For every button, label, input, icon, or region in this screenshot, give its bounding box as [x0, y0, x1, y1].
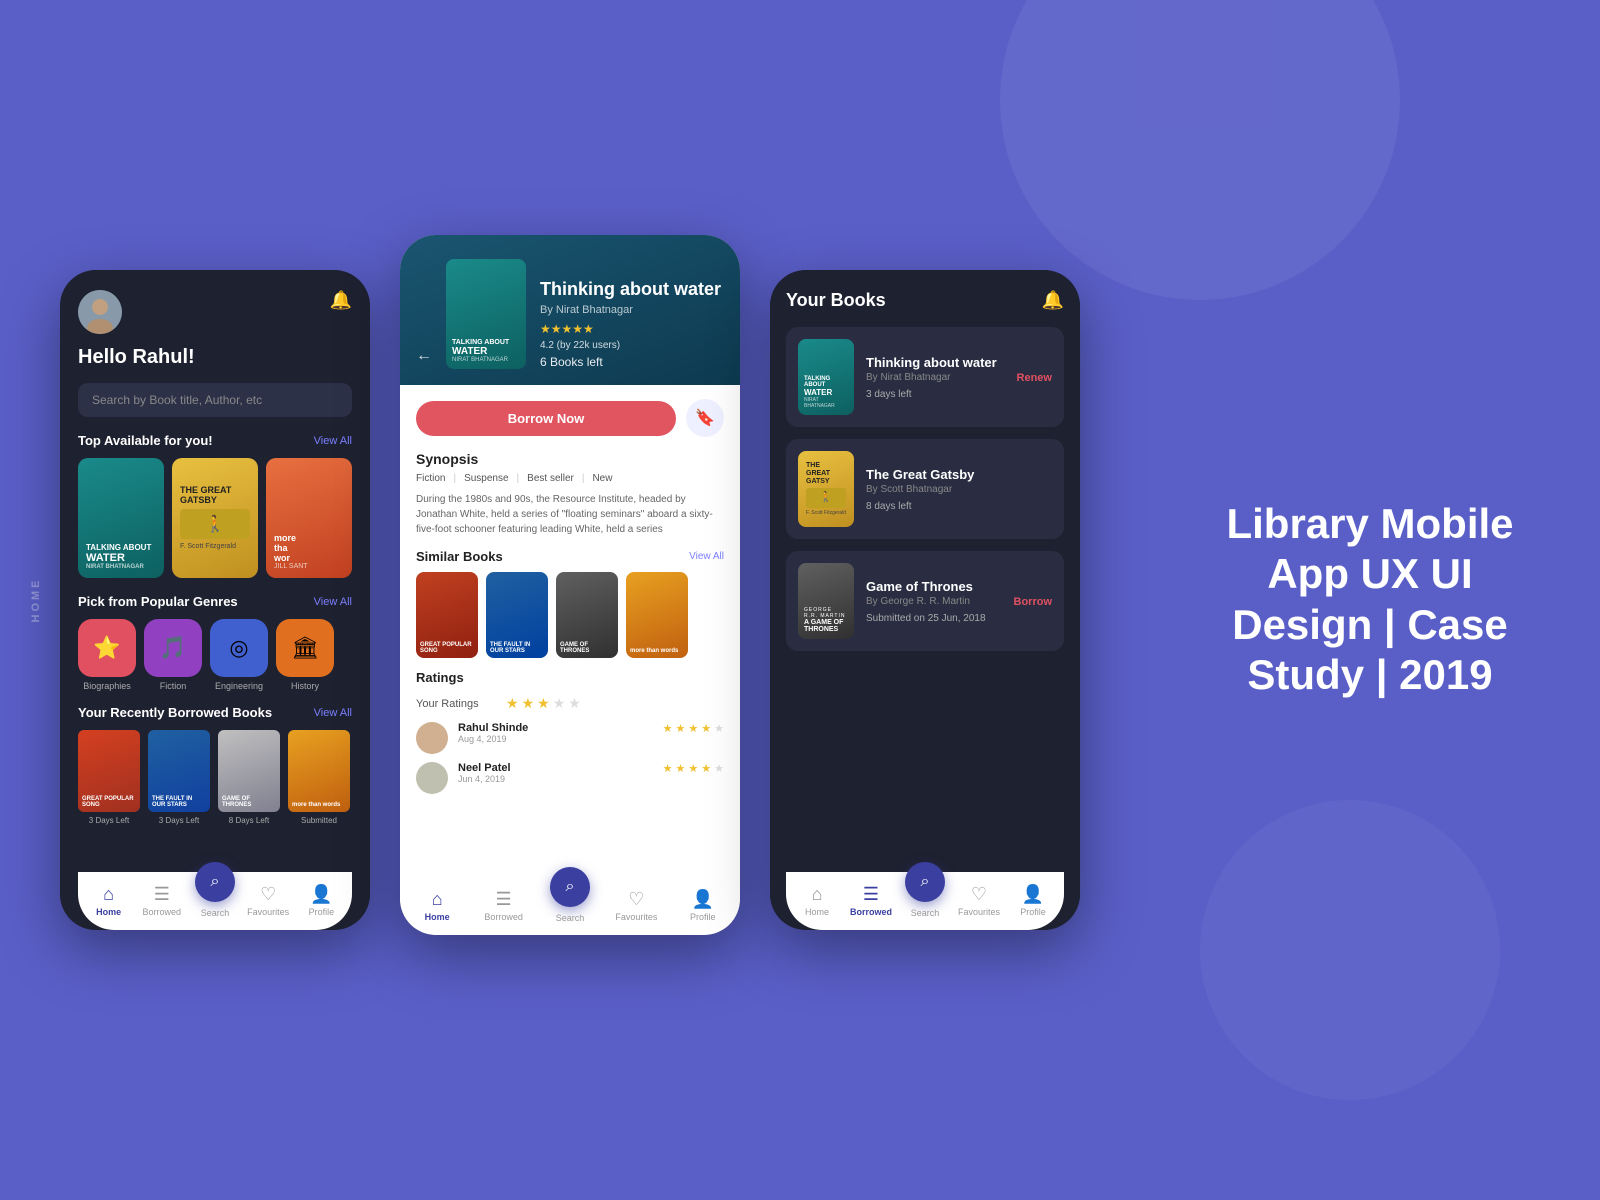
b-cover-1: TALKING ABOUT WATER NIRAT BHATNAGAR: [798, 339, 854, 415]
genre-fiction[interactable]: 🎵 Fiction: [144, 619, 202, 691]
nav-favourites[interactable]: ♡ Favourites: [243, 884, 293, 917]
app-title: Library Mobile App UX UI Design | Case S…: [1200, 499, 1540, 701]
review-1: Rahul Shinde Aug 4, 2019 ★ ★ ★ ★ ★: [416, 722, 724, 754]
nav2-search[interactable]: ⌕ Search: [545, 887, 595, 923]
phone-borrowed: Your Books 🔔 TALKING ABOUT WATER NIRAT B…: [770, 270, 1080, 930]
similar-books-row: GREAT POPULAR SONG THE FAULT IN OUR STAR…: [416, 572, 724, 658]
nav-search[interactable]: ⌕ Search: [190, 882, 240, 918]
tag-new: New: [592, 473, 612, 484]
tag-fiction: Fiction: [416, 473, 445, 484]
nav2-borrowed[interactable]: ☰ Borrowed: [479, 889, 529, 922]
right-panel: Library Mobile App UX UI Design | Case S…: [1200, 499, 1540, 701]
recent-book-3[interactable]: GAME OF THRONES 8 Days Left: [218, 730, 280, 825]
b-author-2: By Scott Bhatnagar: [866, 484, 1040, 495]
synopsis-text: During the 1980s and 90s, the Resource I…: [416, 492, 724, 537]
nav3-profile[interactable]: 👤 Profile: [1008, 884, 1058, 917]
b-status-2: 8 days left: [866, 501, 1040, 512]
tag-bestseller: Best seller: [527, 473, 574, 484]
book-cover-detail: TALKING ABOUT WATER NIRAT BHATNAGAR: [446, 259, 526, 369]
recent-book-4[interactable]: more than words Submitted: [288, 730, 350, 825]
nav2-home[interactable]: ⌂ Home: [412, 889, 462, 922]
your-books-title: Your Books: [786, 290, 886, 311]
genres-viewall[interactable]: View All: [314, 596, 352, 608]
b-title-3: Game of Thrones: [866, 579, 1002, 594]
phone-description: ← TALKING ABOUT WATER NIRAT BHATNAGAR Th…: [400, 235, 740, 935]
your-stars[interactable]: ★ ★ ★ ★ ★: [506, 695, 581, 712]
recent-title: Your Recently Borrowed Books: [78, 705, 272, 720]
your-ratings-label: Your Ratings: [416, 698, 496, 710]
borrow-button-3[interactable]: Borrow: [1014, 596, 1053, 608]
borrowed-card-3[interactable]: GEORGE R.R. MARTIN A GAME OF THRONES Gam…: [786, 551, 1064, 651]
book-more[interactable]: morethawor JILL SANT: [266, 458, 352, 578]
phones-wrapper: 🔔 Hello Rahul! Search by Book title, Aut…: [0, 225, 1140, 975]
genres-row: ⭐ Biographies 🎵 Fiction ◎ Engineering 🏛 …: [78, 619, 352, 691]
bookmark-button[interactable]: 🔖: [686, 399, 724, 437]
borrowed-card-1[interactable]: TALKING ABOUT WATER NIRAT BHATNAGAR Thin…: [786, 327, 1064, 427]
b-status-3: Submitted on 25 Jun, 2018: [866, 613, 1002, 624]
book-gatsby[interactable]: THE GREAT GATSBY 🚶 F. Scott Fitzgerald: [172, 458, 258, 578]
similar-book-3[interactable]: GAME OF THRONES: [556, 572, 618, 658]
action-row: Borrow Now 🔖: [400, 385, 740, 451]
recent-book-1[interactable]: GREAT POPULAR SONG 3 Days Left: [78, 730, 140, 825]
synopsis-title: Synopsis: [416, 451, 724, 467]
bottom-nav-desc: ⌂ Home ☰ Borrowed ⌕ Search ♡ Favourites: [400, 877, 740, 935]
similar-title: Similar Books: [416, 549, 503, 564]
similar-book-1[interactable]: GREAT POPULAR SONG: [416, 572, 478, 658]
back-button[interactable]: ←: [416, 347, 432, 365]
stars-detail: ★★★★★: [540, 322, 721, 336]
borrow-now-button[interactable]: Borrow Now: [416, 401, 676, 436]
phone-home: 🔔 Hello Rahul! Search by Book title, Aut…: [60, 270, 370, 930]
search-input[interactable]: Search by Book title, Author, etc: [78, 383, 352, 417]
recent-book-2[interactable]: THE FAULT IN OUR STARS 3 Days Left: [148, 730, 210, 825]
bottom-nav-borrowed: ⌂ Home ☰ Borrowed ⌕ Search ♡ Favourites: [786, 872, 1064, 930]
nav-borrowed[interactable]: ☰ Borrowed: [137, 884, 187, 917]
rating-text: 4.2 (by 22k users): [540, 340, 721, 351]
recent-viewall[interactable]: View All: [314, 707, 352, 719]
renew-button-1[interactable]: Renew: [1017, 372, 1052, 384]
borrowed-card-2[interactable]: THEGREATGATSY 🚶 F. Scott Fitzgerald The …: [786, 439, 1064, 539]
nav-profile[interactable]: 👤 Profile: [296, 884, 346, 917]
b-author-1: By Nirat Bhatnagar: [866, 372, 1005, 383]
genre-biographies[interactable]: ⭐ Biographies: [78, 619, 136, 691]
nav3-favourites[interactable]: ♡ Favourites: [954, 884, 1004, 917]
genres-title: Pick from Popular Genres: [78, 594, 238, 609]
review-2-stars: ★ ★ ★ ★ ★: [663, 762, 724, 775]
notification-icon[interactable]: 🔔: [330, 290, 352, 311]
genre-engineering[interactable]: ◎ Engineering: [210, 619, 268, 691]
book-author-detail: By Nirat Bhatnagar: [540, 304, 721, 316]
top-available-title: Top Available for you!: [78, 433, 213, 448]
nav-home[interactable]: ⌂ Home: [84, 884, 134, 917]
book-water[interactable]: TALKING ABOUT WATER NIRAT BHATNAGAR: [78, 458, 164, 578]
recent-books-row: GREAT POPULAR SONG 3 Days Left THE FAULT…: [78, 730, 352, 825]
nav3-borrowed[interactable]: ☰ Borrowed: [846, 884, 896, 917]
books-left: 6 Books left: [540, 355, 721, 369]
similar-viewall[interactable]: View All: [689, 551, 724, 562]
bottom-nav: ⌂ Home ☰ Borrowed ⌕ Search ♡ Favourites: [78, 872, 352, 930]
b-title-1: Thinking about water: [866, 355, 1005, 370]
nav2-favourites[interactable]: ♡ Favourites: [611, 889, 661, 922]
review-2: Neel Patel Jun 4, 2019 ★ ★ ★ ★ ★: [416, 762, 724, 794]
b-cover-3: GEORGE R.R. MARTIN A GAME OF THRONES: [798, 563, 854, 639]
nav2-profile[interactable]: 👤 Profile: [678, 889, 728, 922]
top-available-viewall[interactable]: View All: [314, 435, 352, 447]
notification-icon-3[interactable]: 🔔: [1042, 290, 1064, 311]
ratings-title: Ratings: [416, 670, 724, 685]
similar-book-2[interactable]: THE FAULT IN OUR STARS: [486, 572, 548, 658]
similar-book-4[interactable]: more than words: [626, 572, 688, 658]
b-title-2: The Great Gatsby: [866, 467, 1040, 482]
avatar[interactable]: [78, 290, 122, 334]
b-status-1: 3 days left: [866, 389, 1005, 400]
genre-history[interactable]: 🏛 History: [276, 619, 334, 691]
nav3-search[interactable]: ⌕ Search: [900, 882, 950, 918]
greeting-text: Hello Rahul!: [78, 346, 352, 369]
top-books-row: TALKING ABOUT WATER NIRAT BHATNAGAR THE …: [78, 458, 352, 578]
book-title-detail: Thinking about water: [540, 280, 721, 300]
b-cover-2: THEGREATGATSY 🚶 F. Scott Fitzgerald: [798, 451, 854, 527]
tag-suspense: Suspense: [464, 473, 508, 484]
nav3-home[interactable]: ⌂ Home: [792, 884, 842, 917]
b-author-3: By George R. R. Martin: [866, 596, 1002, 607]
review-1-stars: ★ ★ ★ ★ ★: [663, 722, 724, 735]
